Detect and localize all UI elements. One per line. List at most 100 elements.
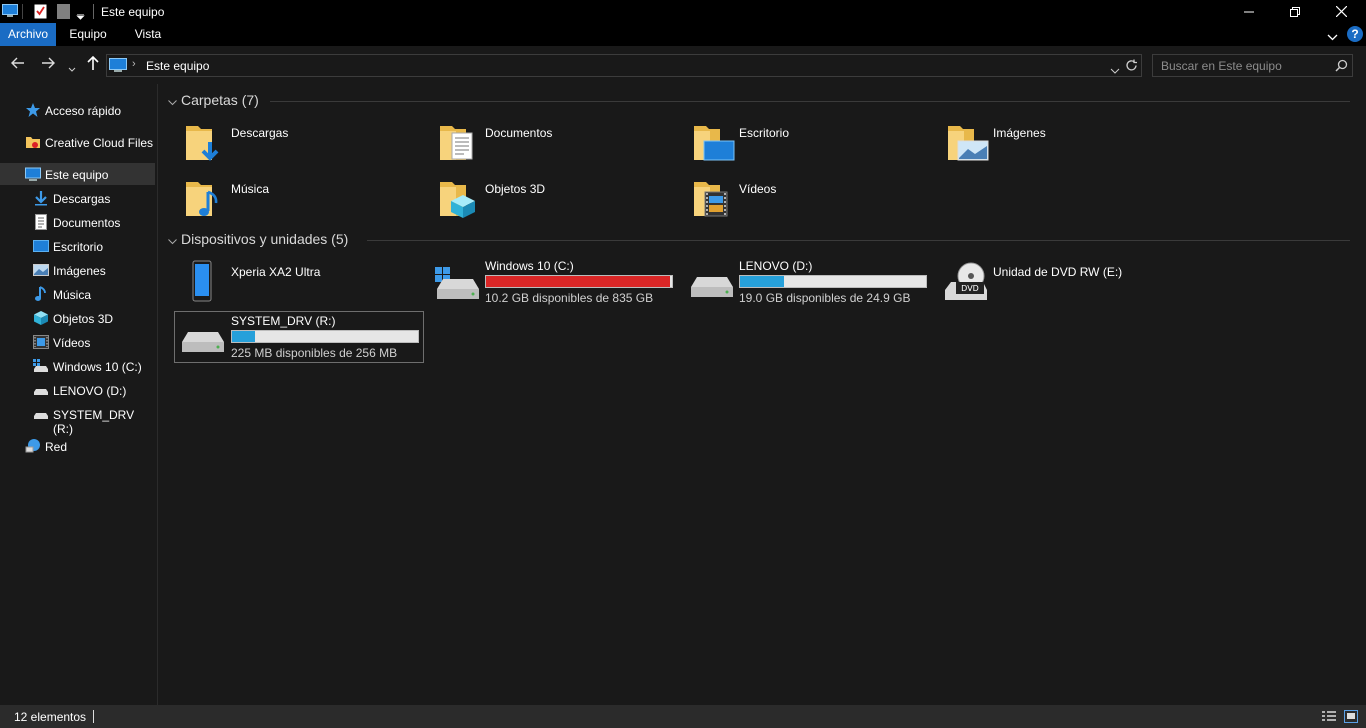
- details-view-icon[interactable]: [1322, 710, 1336, 726]
- tab-equipo[interactable]: Equipo: [60, 23, 116, 46]
- nav-item-red[interactable]: Red: [0, 435, 155, 457]
- drive-windows-10-c[interactable]: Windows 10 (C:) 10.2 GB disponibles de 8…: [433, 257, 683, 309]
- folder-objetos-3d[interactable]: Objetos 3D: [434, 173, 684, 225]
- computer-icon: [109, 58, 127, 76]
- drive-icon: [178, 324, 226, 357]
- drive-label: Unidad de DVD RW (E:): [993, 265, 1123, 279]
- properties-icon[interactable]: [34, 4, 47, 22]
- search-input[interactable]: Buscar en Este equipo: [1161, 59, 1282, 73]
- nav-label: SYSTEM_DRV (R:): [53, 408, 135, 436]
- quick-access-dropdown-icon[interactable]: [76, 9, 85, 23]
- title-bar: Este equipo: [0, 0, 1366, 23]
- drive-system-drv-r[interactable]: SYSTEM_DRV (R:) 225 MB disponibles de 25…: [174, 311, 424, 363]
- music-icon: [33, 286, 49, 302]
- minimize-button[interactable]: [1226, 0, 1272, 23]
- cube-icon: [33, 310, 49, 326]
- search-icon[interactable]: [1335, 59, 1348, 75]
- folder-musica[interactable]: Música: [180, 173, 430, 225]
- nav-label: LENOVO (D:): [53, 384, 127, 398]
- device-xperia-xa2-ultra[interactable]: Xperia XA2 Ultra: [175, 257, 425, 309]
- nav-item-este-equipo[interactable]: Este equipo: [0, 163, 155, 185]
- nav-item-acceso-rapido[interactable]: Acceso rápido: [0, 99, 155, 121]
- dvd-drive-icon: DVD: [941, 260, 989, 305]
- breadcrumb-chevron-icon[interactable]: ›: [132, 58, 136, 70]
- windows-drive-icon: [433, 265, 481, 304]
- star-icon: [25, 102, 41, 118]
- drive-usage-bar: [485, 275, 673, 288]
- folder-imagenes[interactable]: Imágenes: [942, 117, 1192, 169]
- folder-label: Descargas: [231, 126, 289, 140]
- computer-icon: [25, 166, 41, 182]
- nav-item-lenovo-d[interactable]: LENOVO (D:): [0, 379, 155, 401]
- large-icons-view-icon[interactable]: [1344, 710, 1358, 726]
- desktop-folder-icon: [692, 122, 736, 167]
- ribbon-tabs: Archivo Equipo Vista ?: [0, 23, 1366, 46]
- folders-group-header[interactable]: Carpetas (7): [159, 91, 1359, 111]
- drive-free-space: 19.0 GB disponibles de 24.9 GB: [739, 291, 911, 305]
- drive-lenovo-d[interactable]: LENOVO (D:) 19.0 GB disponibles de 24.9 …: [687, 257, 937, 309]
- group-divider: [367, 240, 1350, 241]
- content-pane: Carpetas (7) Descargas Documentos Escrit…: [159, 84, 1366, 705]
- creative-cloud-icon: [25, 134, 41, 150]
- drive-usage-fill: [740, 276, 785, 287]
- new-folder-icon[interactable]: [57, 4, 70, 22]
- folder-escritorio[interactable]: Escritorio: [688, 117, 938, 169]
- computer-icon[interactable]: [2, 4, 18, 21]
- nav-label: Música: [53, 288, 92, 302]
- devices-group-header[interactable]: Dispositivos y unidades (5): [159, 230, 1359, 250]
- status-separator: [93, 710, 94, 723]
- download-folder-icon: [184, 122, 224, 167]
- address-dropdown-icon[interactable]: [1110, 63, 1120, 77]
- forward-icon[interactable]: [41, 57, 55, 72]
- folder-label: Documentos: [485, 126, 553, 140]
- folder-label: Vídeos: [739, 182, 777, 196]
- address-bar[interactable]: › Este equipo: [106, 54, 1142, 77]
- desktop-icon: [33, 238, 49, 254]
- breadcrumb-este-equipo[interactable]: Este equipo: [146, 59, 209, 73]
- drive-dvd-rw-e[interactable]: DVD Unidad de DVD RW (E:): [941, 257, 1191, 309]
- 3d-objects-folder-icon: [438, 178, 478, 223]
- video-icon: [33, 334, 49, 350]
- separator: [93, 4, 94, 19]
- tab-archivo[interactable]: Archivo: [0, 23, 56, 46]
- document-icon: [33, 214, 49, 230]
- nav-label: Imágenes: [53, 264, 106, 278]
- restore-button[interactable]: [1272, 0, 1318, 23]
- nav-item-descargas[interactable]: Descargas: [0, 187, 155, 209]
- status-bar: 12 elementos: [0, 705, 1366, 728]
- nav-item-objetos-3d[interactable]: Objetos 3D: [0, 307, 155, 329]
- minimize-icon: [1244, 11, 1254, 12]
- nav-item-documentos[interactable]: Documentos: [0, 211, 155, 233]
- nav-item-windows-10-c[interactable]: Windows 10 (C:): [0, 355, 155, 377]
- documents-folder-icon: [438, 122, 478, 167]
- nav-item-system-drv-r[interactable]: SYSTEM_DRV (R:): [0, 403, 155, 436]
- nav-item-videos[interactable]: Vídeos: [0, 331, 155, 353]
- group-title: Carpetas (7): [181, 92, 259, 108]
- nav-item-creative-cloud[interactable]: Creative Cloud Files: [0, 131, 155, 153]
- nav-label: Escritorio: [53, 240, 104, 254]
- phone-icon: [192, 260, 212, 305]
- recent-locations-icon[interactable]: [68, 61, 76, 75]
- tab-vista[interactable]: Vista: [120, 23, 176, 46]
- nav-item-musica[interactable]: Música: [0, 283, 155, 305]
- drive-usage-fill: [232, 331, 255, 342]
- folder-videos[interactable]: Vídeos: [688, 173, 938, 225]
- refresh-icon[interactable]: [1125, 59, 1138, 75]
- folder-label: Música: [231, 182, 270, 196]
- close-button[interactable]: [1318, 0, 1364, 23]
- expand-ribbon-icon[interactable]: [1327, 30, 1338, 44]
- nav-item-imagenes[interactable]: Imágenes: [0, 259, 155, 281]
- drive-label: Windows 10 (C:): [485, 259, 574, 273]
- drive-free-space: 225 MB disponibles de 256 MB: [231, 346, 398, 360]
- help-icon[interactable]: ?: [1347, 26, 1363, 42]
- pictures-folder-icon: [946, 122, 990, 167]
- folder-descargas[interactable]: Descargas: [180, 117, 430, 169]
- folder-label: Imágenes: [993, 126, 1046, 140]
- drive-usage-bar: [739, 275, 927, 288]
- folder-documentos[interactable]: Documentos: [434, 117, 684, 169]
- search-field[interactable]: Buscar en Este equipo: [1152, 54, 1353, 77]
- nav-label: Descargas: [53, 192, 111, 206]
- up-icon[interactable]: [87, 55, 99, 73]
- nav-item-escritorio[interactable]: Escritorio: [0, 235, 155, 257]
- back-icon[interactable]: [11, 57, 25, 72]
